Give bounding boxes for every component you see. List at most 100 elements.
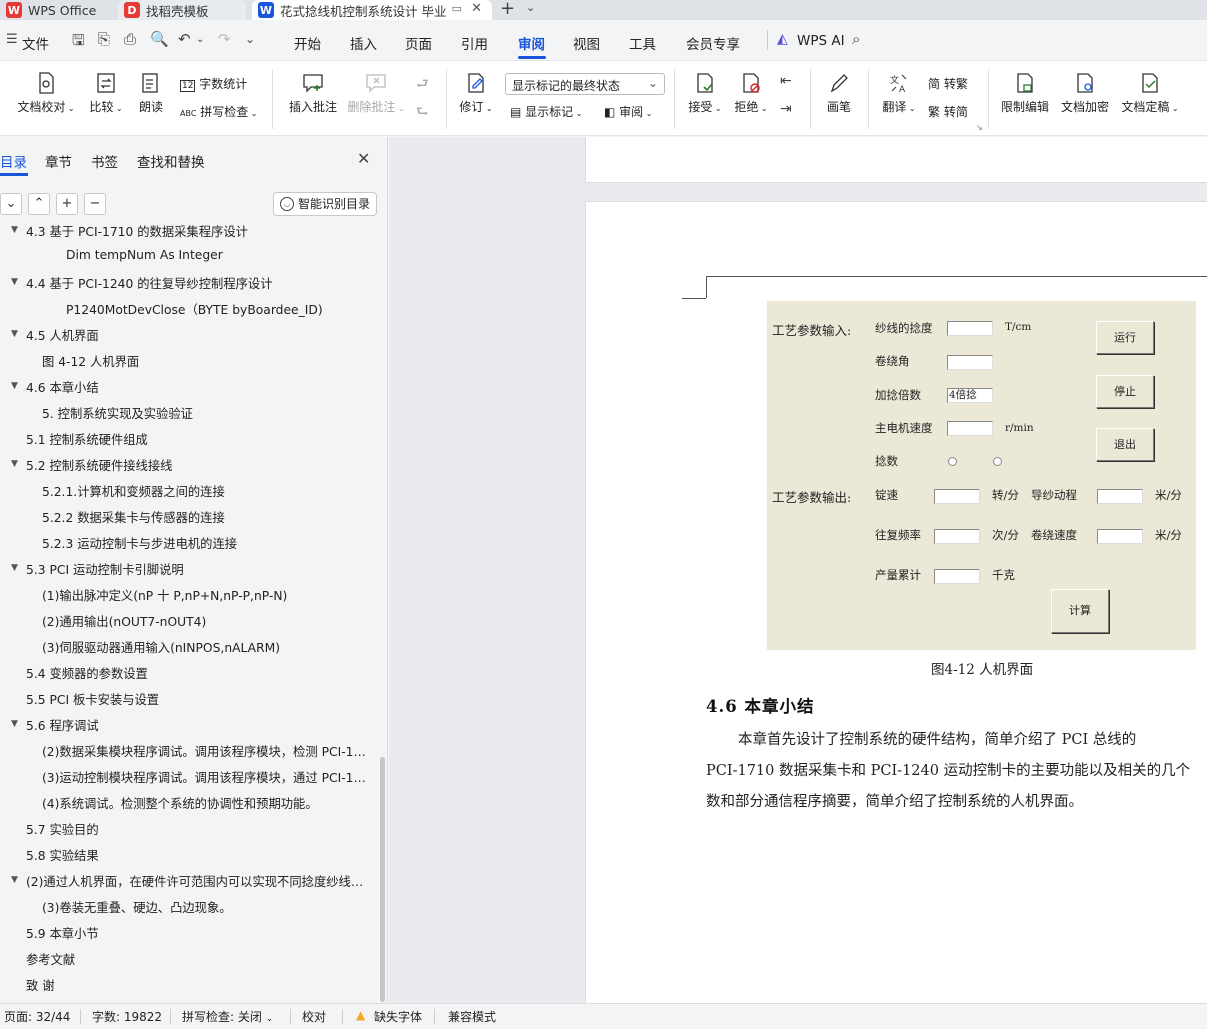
track-changes-button[interactable]: 修订 ⌄	[456, 71, 496, 115]
toc-item[interactable]: 5.5 PCI 板卡安装与设置	[26, 690, 159, 708]
toc-item[interactable]: 4.6 本章小结	[26, 378, 99, 396]
tab-find-replace[interactable]: 查找和替换	[137, 151, 205, 171]
toc-item[interactable]: (3)伺服驱动器通用输入(nINPOS,nALARM)	[42, 638, 280, 656]
toc-item[interactable]: 5.3 PCI 运动控制卡引脚说明	[26, 560, 184, 578]
encrypt-button[interactable]: 文档加密	[1058, 71, 1112, 115]
delete-comment-button[interactable]: 删除批注 ⌄	[346, 71, 406, 115]
menu-insert[interactable]: 插入	[350, 33, 377, 53]
chevron-down-icon[interactable]: ⌄	[526, 1, 535, 14]
close-sidebar-icon[interactable]: ✕	[357, 149, 370, 168]
expand-group-icon[interactable]: ↘	[976, 123, 983, 132]
toc-item[interactable]: 5.2 控制系统硬件接线接线	[26, 456, 172, 474]
toc-item[interactable]: 5.2.1.计算机和变频器之间的连接	[42, 482, 225, 500]
search-icon[interactable]: ⌕	[852, 30, 860, 48]
proof-indicator[interactable]: 校对	[302, 1008, 326, 1025]
toc-item[interactable]: (2)通过人机界面，在硬件许可范围内可以实现不同捻度纱线的生产	[26, 872, 372, 890]
toc-item[interactable]: 图 4-12 人机界面	[42, 352, 139, 370]
menu-page[interactable]: 页面	[405, 33, 432, 53]
menu-start[interactable]: 开始	[294, 33, 321, 53]
save-icon[interactable]: 🖫	[72, 30, 85, 55]
expand-up-button[interactable]: ⌃	[28, 193, 50, 215]
toc-item[interactable]: (4)系统调试。检测整个系统的协调性和预期功能。	[42, 794, 318, 812]
toc-item[interactable]: 4.3 基于 PCI-1710 的数据采集程序设计	[26, 222, 248, 240]
add-heading-button[interactable]: +	[56, 193, 78, 215]
undo-dropdown-icon[interactable]: ⌄	[196, 34, 204, 45]
accept-button[interactable]: 接受 ⌄	[684, 71, 726, 115]
more-icon[interactable]: ⌄	[245, 32, 255, 46]
toc-item[interactable]: 5.6 程序调试	[26, 716, 99, 734]
review-pane-button[interactable]: ◧ 审阅 ⌄	[604, 103, 652, 120]
proofread-button[interactable]: 文档校对 ⌄	[16, 71, 76, 115]
tab-wps-office[interactable]: W WPS Office	[0, 0, 112, 20]
word-count-indicator[interactable]: 字数: 19822	[92, 1008, 162, 1025]
toc-item[interactable]: 5.4 变频器的参数设置	[26, 664, 148, 682]
toc-item[interactable]: P1240MotDevClose（BYTE byBoardee_ID)	[66, 300, 323, 318]
tab-toc[interactable]: 目录	[0, 151, 27, 171]
compare-button[interactable]: 比较 ⌄	[86, 71, 126, 115]
toc-item[interactable]: 5.9 本章小节	[26, 924, 99, 942]
markup-state-select[interactable]: 显示标记的最终状态 ⌄	[505, 73, 665, 95]
previous-change-icon[interactable]: ⇤	[780, 73, 792, 89]
to-simplified-button[interactable]: 繁 转简	[928, 103, 968, 120]
compat-mode-indicator[interactable]: 兼容模式	[448, 1008, 496, 1025]
wps-ai-icon[interactable]: ◭	[777, 31, 788, 47]
toc-item[interactable]: Dim tempNum As Integer	[66, 248, 223, 262]
spell-check-button[interactable]: ABC 拼写检查 ⌄	[180, 103, 258, 120]
monitor-icon[interactable]: ▭	[452, 2, 462, 15]
toc-item[interactable]: (2)通用输出(nOUT7-nOUT4)	[42, 612, 206, 630]
close-tab-icon[interactable]: ✕	[471, 1, 482, 16]
menu-view[interactable]: 视图	[573, 33, 600, 53]
undo-icon[interactable]: ↶	[178, 30, 191, 48]
menu-reference[interactable]: 引用	[461, 33, 488, 53]
word-count-button[interactable]: 12 字数统计	[180, 75, 247, 92]
to-traditional-button[interactable]: 简 转繁	[928, 75, 968, 92]
redo-icon[interactable]: ↷	[218, 30, 231, 48]
tab-document[interactable]: W 花式捻线机控制系统设计 毕业 ▭ ✕	[252, 0, 492, 20]
expand-arrow-icon[interactable]: ▼	[11, 875, 18, 885]
insert-comment-button[interactable]: 插入批注	[286, 71, 340, 115]
toc-item[interactable]: 参考文献	[26, 950, 75, 968]
finalize-button[interactable]: 文档定稿 ⌄	[1118, 71, 1182, 115]
new-tab-icon[interactable]: +	[500, 0, 515, 19]
expand-arrow-icon[interactable]: ▼	[11, 329, 18, 339]
print-icon[interactable]: ⎙	[124, 30, 136, 48]
toc-item[interactable]: 4.5 人机界面	[26, 326, 99, 344]
next-change-icon[interactable]: ⇥	[780, 101, 792, 117]
print-preview-icon[interactable]: 🔍	[150, 30, 169, 48]
toc-item[interactable]: (2)数据采集模块程序调试。调用该程序模块，检测 PCI-1710 数据采集卡	[42, 742, 372, 760]
file-menu[interactable]: 文件	[22, 33, 49, 53]
menu-wps-ai[interactable]: WPS AI	[797, 33, 845, 49]
menu-tools[interactable]: 工具	[629, 33, 656, 53]
toc-item[interactable]: 5.7 实验目的	[26, 820, 99, 838]
toc-item[interactable]: 5.8 实验结果	[26, 846, 99, 864]
expand-arrow-icon[interactable]: ▼	[11, 381, 18, 391]
toc-item[interactable]: (1)输出脉冲定义(nP 十 P,nP+N,nP-P,nP-N)	[42, 586, 287, 604]
toc-item[interactable]: 5.2.2 数据采集卡与传感器的连接	[42, 508, 225, 526]
collapse-all-button[interactable]: ⌄	[0, 193, 22, 215]
toc-item[interactable]: (3)卷装无重叠、硬边、凸边现象。	[42, 898, 232, 916]
expand-arrow-icon[interactable]: ▼	[11, 277, 18, 287]
toc-item[interactable]: (3)运动控制模块程序调试。调用该程序模块，通过 PCI-1240 运动控制卡	[42, 768, 372, 786]
toc-item[interactable]: 5.2.3 运动控制卡与步进电机的连接	[42, 534, 237, 552]
restrict-edit-button[interactable]: 限制编辑	[998, 71, 1052, 115]
expand-arrow-icon[interactable]: ▼	[11, 563, 18, 573]
smart-toc-button[interactable]: ◡ 智能识别目录	[273, 192, 377, 216]
expand-arrow-icon[interactable]: ▼	[11, 459, 18, 469]
toc-item[interactable]: 5.1 控制系统硬件组成	[26, 430, 148, 448]
translate-button[interactable]: 文A 翻译 ⌄	[878, 71, 920, 115]
toc-item[interactable]: 4.4 基于 PCI-1240 的往复导纱控制程序设计	[26, 274, 273, 292]
spell-check-indicator[interactable]: 拼写检查: 关闭 ⌄	[182, 1008, 273, 1025]
menu-membership[interactable]: 会员专享	[686, 33, 740, 53]
read-aloud-button[interactable]: 朗读	[134, 71, 168, 115]
tab-chapters[interactable]: 章节	[45, 151, 72, 171]
toc-item[interactable]: 5. 控制系统实现及实验验证	[42, 404, 193, 422]
missing-font-indicator[interactable]: 缺失字体	[374, 1008, 422, 1025]
reject-button[interactable]: 拒绝 ⌄	[730, 71, 772, 115]
expand-arrow-icon[interactable]: ▼	[11, 225, 18, 235]
toc-item[interactable]: 致 谢	[26, 976, 55, 994]
share-icon[interactable]: ⎘	[98, 30, 110, 48]
remove-heading-button[interactable]: −	[84, 193, 106, 215]
pen-button[interactable]: 画笔	[822, 71, 856, 115]
hamburger-menu-icon[interactable]: ☰	[6, 32, 18, 47]
tab-bookmarks[interactable]: 书签	[91, 151, 118, 171]
